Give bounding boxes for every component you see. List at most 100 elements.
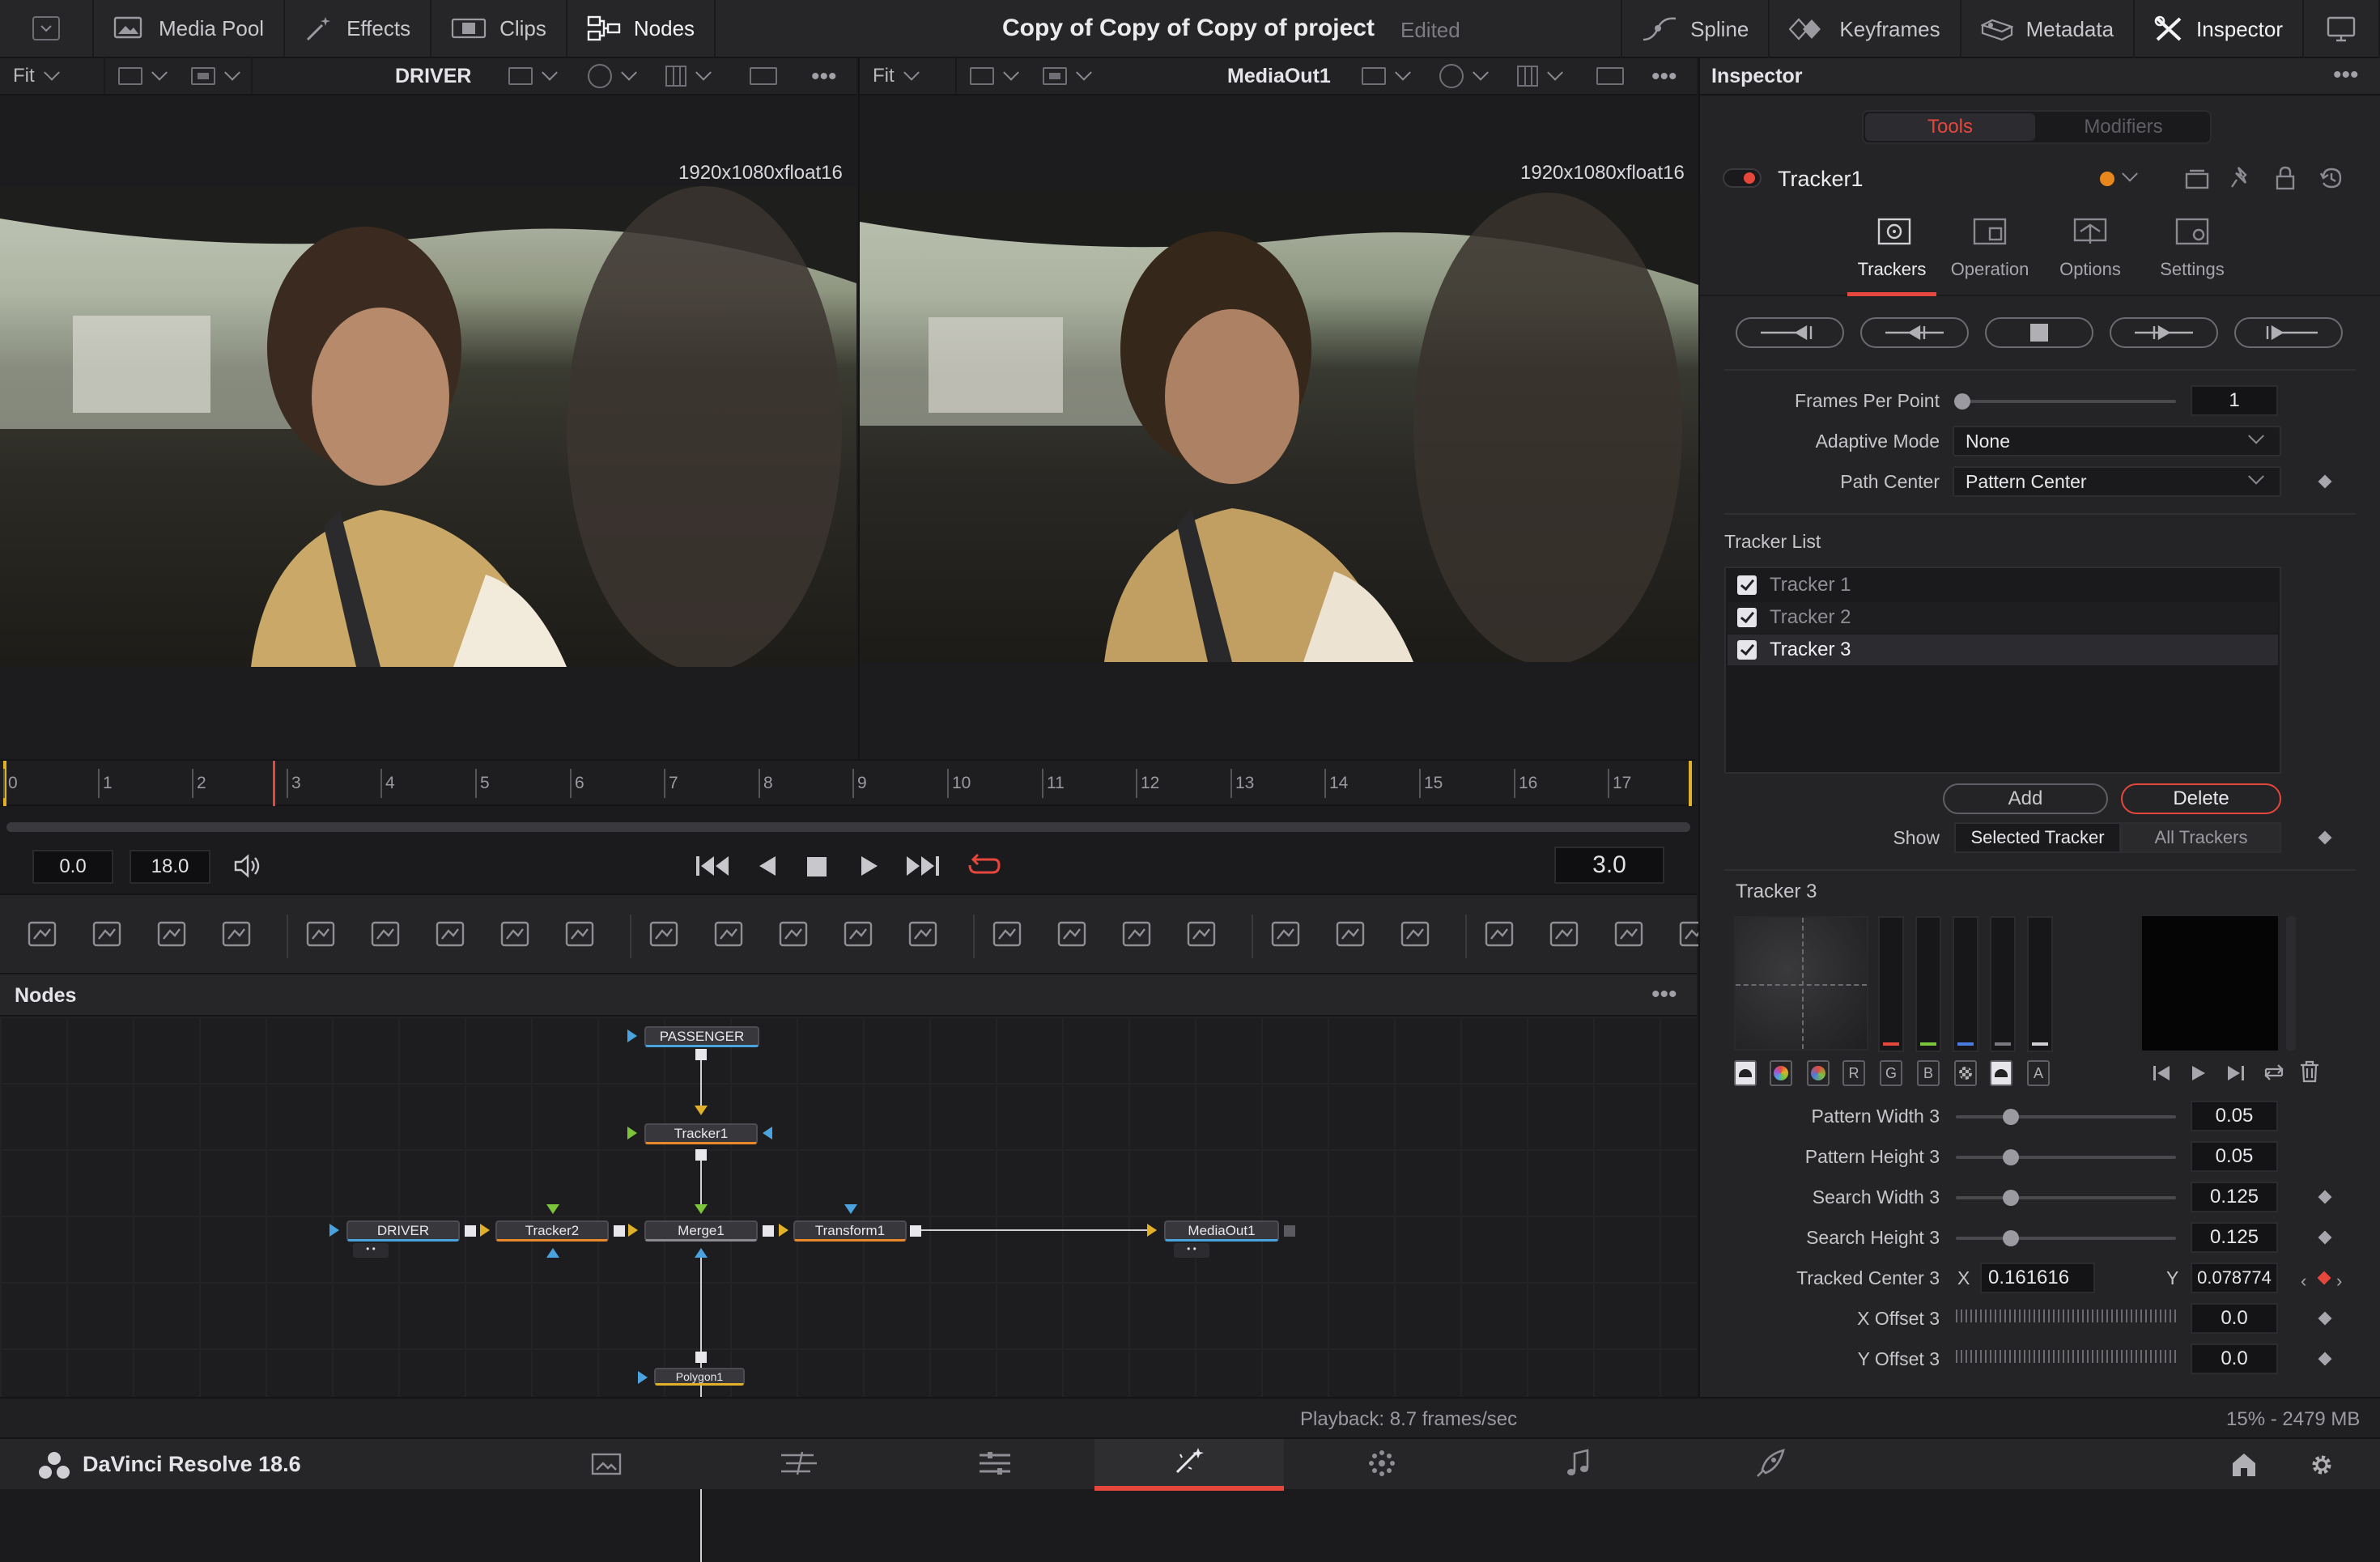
search-height-field[interactable]: 0.125: [2191, 1222, 2278, 1253]
bspline-mask-icon[interactable]: [1184, 916, 1222, 955]
tool-enable-toggle[interactable]: [1723, 168, 1762, 188]
start-time-field[interactable]: 0.0: [32, 850, 113, 884]
loop-preview-icon[interactable]: [2262, 1062, 2286, 1087]
reset-icon[interactable]: [2318, 165, 2344, 195]
image-plane-icon[interactable]: [89, 916, 128, 955]
show-selected-tracker[interactable]: Selected Tracker: [1954, 822, 2121, 853]
loop-icon[interactable]: [967, 851, 1002, 883]
right-roi-dropdown[interactable]: [1349, 57, 1422, 95]
checkbox-checked-icon[interactable]: [1737, 608, 1757, 627]
keyframes-button[interactable]: Keyframes: [1770, 0, 1961, 58]
slider-knob[interactable]: [2003, 1149, 2019, 1165]
rectangle-mask-icon[interactable]: [989, 916, 1028, 955]
step-back-icon[interactable]: [2152, 1063, 2171, 1087]
playhead[interactable]: [273, 761, 275, 806]
node-polygon1[interactable]: Polygon1: [654, 1368, 745, 1386]
scrub-bar[interactable]: [6, 822, 1690, 832]
polygon-mask-icon[interactable]: [1119, 916, 1158, 955]
play-icon[interactable]: [860, 855, 879, 881]
lock-icon[interactable]: [2275, 165, 2296, 195]
keyframe-diamond-icon[interactable]: [2318, 1190, 2332, 1204]
node-mediaout1-viewer-toggle[interactable]: • •: [1174, 1243, 1209, 1258]
left-fit-dropdown[interactable]: Fit: [0, 57, 105, 95]
clips-button[interactable]: Clips: [431, 0, 567, 57]
timeline-ruler[interactable]: 0123456789101112131415161718: [0, 759, 1726, 806]
delete-tracker-button[interactable]: Delete: [2121, 783, 2281, 814]
keyframe-diamond-icon[interactable]: [2318, 1311, 2332, 1326]
stop-tracking-button[interactable]: [1985, 317, 2093, 348]
nodes-button[interactable]: Nodes: [567, 0, 716, 57]
next-keyframe-icon[interactable]: ›: [2336, 1271, 2342, 1292]
channel-b-button[interactable]: B: [1917, 1060, 1940, 1086]
adaptive-mode-dropdown[interactable]: None: [1953, 426, 2281, 456]
slider-knob[interactable]: [2003, 1230, 2019, 1246]
luma-half-button[interactable]: [1990, 1060, 2012, 1086]
left-channel-dropdown[interactable]: [105, 57, 178, 95]
luma-mode-button[interactable]: [1734, 1060, 1757, 1086]
output-port[interactable]: [465, 1225, 476, 1237]
output-port[interactable]: [695, 1352, 707, 1363]
output-port[interactable]: [695, 1049, 707, 1060]
channel-boolean-icon[interactable]: [711, 916, 750, 955]
node-tracker1[interactable]: Tracker1: [644, 1123, 758, 1144]
left-roi-dropdown[interactable]: [495, 57, 568, 95]
merge-icon[interactable]: [646, 916, 685, 955]
gear-icon[interactable]: [2307, 1450, 2336, 1483]
node-tracker2[interactable]: Tracker2: [495, 1220, 609, 1242]
step-forward-icon[interactable]: [2226, 1063, 2246, 1087]
keyframe-diamond-icon[interactable]: [2318, 1230, 2332, 1245]
page-fairlight[interactable]: [1483, 1439, 1672, 1491]
left-lut-dropdown[interactable]: [178, 57, 253, 95]
tracker-list[interactable]: Tracker 1 Tracker 2 Tracker 3: [1724, 567, 2281, 774]
trash-icon[interactable]: [2299, 1060, 2320, 1087]
subtab-operation[interactable]: Operation: [1940, 209, 2040, 296]
right-lut-dropdown[interactable]: [1030, 57, 1103, 95]
right-viewer[interactable]: 1920x1080xfloat16: [858, 96, 1698, 759]
page-color[interactable]: [1287, 1439, 1477, 1491]
home-icon[interactable]: [2229, 1452, 2259, 1482]
workspace-menu-button[interactable]: [0, 0, 94, 57]
search-preview-scrollbar[interactable]: [2286, 916, 2296, 1051]
planar-tracker-icon[interactable]: [1332, 916, 1371, 955]
frames-per-point-slider[interactable]: [1964, 400, 2176, 403]
tracked-center-y-field[interactable]: 0.078774: [2191, 1263, 2278, 1293]
slider-knob[interactable]: [2003, 1190, 2019, 1206]
output-port[interactable]: [910, 1225, 921, 1237]
pattern-width-field[interactable]: 0.05: [2191, 1101, 2278, 1131]
inspector-button[interactable]: Inspector: [2135, 0, 2304, 58]
background-icon[interactable]: [24, 916, 63, 955]
keyframe-diamond-icon[interactable]: [2318, 830, 2332, 845]
slider-knob[interactable]: [1954, 393, 1970, 410]
camera-tracker-icon[interactable]: [1397, 916, 1436, 955]
right-channel-dropdown[interactable]: [957, 57, 1030, 95]
channel-a-button[interactable]: A: [2027, 1060, 2050, 1086]
spline-button[interactable]: Spline: [1621, 0, 1770, 58]
media-pool-button[interactable]: Media Pool: [94, 0, 286, 57]
subtab-options[interactable]: Options: [2043, 209, 2137, 296]
page-cut[interactable]: [704, 1439, 894, 1491]
fullscreen-monitor-button[interactable]: [2304, 0, 2380, 58]
pin-icon[interactable]: [2229, 165, 2254, 195]
channel-g-button[interactable]: G: [1880, 1060, 1902, 1086]
inspector-more-icon[interactable]: •••: [2333, 62, 2359, 89]
page-edit[interactable]: [900, 1439, 1090, 1491]
pattern-height-field[interactable]: 0.05: [2191, 1141, 2278, 1172]
color-curves-icon[interactable]: [432, 916, 471, 955]
x-offset-field[interactable]: 0.0: [2191, 1303, 2278, 1334]
left-color-dropdown[interactable]: [575, 57, 648, 95]
path-center-dropdown[interactable]: Pattern Center: [1953, 466, 2281, 497]
merge-3d-icon[interactable]: [1546, 916, 1585, 955]
frames-per-point-field[interactable]: 1: [2191, 385, 2278, 416]
chevron-down-icon[interactable]: [2122, 165, 2138, 182]
end-time-field[interactable]: 18.0: [130, 850, 210, 884]
paint-brush-icon[interactable]: [219, 916, 257, 955]
node-mediaout1[interactable]: MediaOut1: [1164, 1220, 1279, 1242]
node-driver[interactable]: DRIVER: [346, 1220, 460, 1242]
output-port[interactable]: [695, 1149, 707, 1161]
nodes-more-icon[interactable]: •••: [1651, 981, 1677, 1008]
search-height-slider[interactable]: [1956, 1237, 2176, 1240]
x-offset-thumbwheel[interactable]: [1956, 1309, 2176, 1322]
particles-icon[interactable]: [303, 916, 342, 955]
go-to-end-icon[interactable]: [903, 855, 941, 881]
mask-icon[interactable]: [840, 916, 879, 955]
